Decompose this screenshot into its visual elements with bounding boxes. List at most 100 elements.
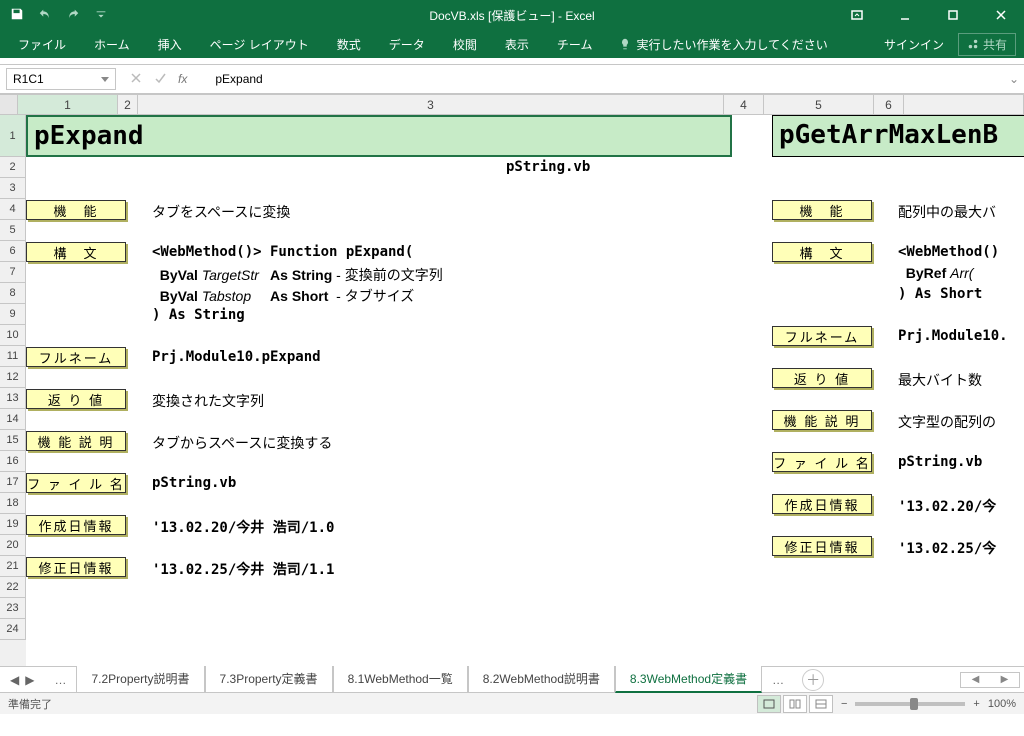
tab-formulas[interactable]: 数式 bbox=[327, 32, 371, 57]
window-title: DocVB.xls [保護ビュー] - Excel bbox=[429, 7, 594, 24]
col-header[interactable]: 6 bbox=[874, 95, 904, 115]
row-header[interactable]: 2 bbox=[0, 157, 26, 178]
row-header[interactable]: 16 bbox=[0, 451, 26, 472]
r-val-syntax3: ) As Short bbox=[898, 286, 982, 302]
status-bar: 準備完了 − + 100% bbox=[0, 692, 1024, 714]
r-label-created: 作成日情報 bbox=[772, 494, 872, 514]
add-sheet-button[interactable]: ＋ bbox=[802, 669, 824, 691]
row-header[interactable]: 1 bbox=[0, 115, 26, 157]
zoom-in-icon[interactable]: + bbox=[973, 698, 979, 710]
redo-icon[interactable] bbox=[66, 7, 80, 24]
row-header[interactable]: 13 bbox=[0, 388, 26, 409]
close-icon[interactable] bbox=[978, 0, 1024, 30]
enter-icon[interactable] bbox=[154, 72, 166, 87]
name-box[interactable]: R1C1 bbox=[6, 68, 116, 90]
row-header[interactable]: 21 bbox=[0, 556, 26, 577]
tab-pagelayout[interactable]: ページ レイアウト bbox=[200, 32, 319, 57]
zoom-level[interactable]: 100% bbox=[988, 698, 1016, 710]
r-label-syntax: 構 文 bbox=[772, 242, 872, 262]
tab-scroll-right-icon[interactable]: ▶ bbox=[25, 673, 34, 687]
tab-file[interactable]: ファイル bbox=[8, 32, 76, 57]
row-header[interactable]: 19 bbox=[0, 514, 26, 535]
row-header[interactable]: 18 bbox=[0, 493, 26, 514]
row-header[interactable]: 10 bbox=[0, 325, 26, 346]
tab-team[interactable]: チーム bbox=[547, 32, 603, 57]
view-pagebreak-icon[interactable] bbox=[809, 695, 833, 713]
tab-overflow-right[interactable]: … bbox=[762, 669, 794, 691]
col-header[interactable]: 2 bbox=[118, 95, 138, 115]
row-header[interactable]: 15 bbox=[0, 430, 26, 451]
ribbon-display-icon[interactable] bbox=[834, 0, 880, 30]
row-header[interactable]: 12 bbox=[0, 367, 26, 388]
tab-data[interactable]: データ bbox=[379, 32, 435, 57]
row-header[interactable]: 23 bbox=[0, 598, 26, 619]
row-header[interactable]: 24 bbox=[0, 619, 26, 640]
row-header[interactable]: 20 bbox=[0, 535, 26, 556]
r-val-desc: 文字型の配列の bbox=[898, 412, 996, 432]
row-header[interactable]: 14 bbox=[0, 409, 26, 430]
col-header[interactable]: 3 bbox=[138, 95, 724, 115]
row-header[interactable]: 17 bbox=[0, 472, 26, 493]
row-header[interactable]: 8 bbox=[0, 283, 26, 304]
sheet-tab[interactable]: 8.1WebMethod一覧 bbox=[333, 666, 468, 693]
sheet-tab[interactable]: 8.2WebMethod説明書 bbox=[468, 666, 615, 693]
save-icon[interactable] bbox=[10, 7, 24, 24]
row-header[interactable]: 7 bbox=[0, 262, 26, 283]
row-header[interactable]: 3 bbox=[0, 178, 26, 199]
maximize-icon[interactable] bbox=[930, 0, 976, 30]
row-headers: 123456789101112131415161718192021222324 bbox=[0, 115, 26, 666]
col-header[interactable]: 1 bbox=[18, 95, 118, 115]
cancel-icon[interactable] bbox=[130, 72, 142, 87]
qat-dropdown-icon[interactable] bbox=[94, 7, 108, 24]
val-syntax2: ByVal TargetStr As String - 変換前の文字列 bbox=[152, 265, 443, 285]
share-button[interactable]: 共有 bbox=[958, 33, 1016, 56]
tab-review[interactable]: 校閲 bbox=[443, 32, 487, 57]
row-header[interactable]: 22 bbox=[0, 577, 26, 598]
sheet-tab[interactable]: 8.3WebMethod定義書 bbox=[615, 666, 762, 693]
fx-icon[interactable]: fx bbox=[178, 72, 187, 87]
tab-insert[interactable]: 挿入 bbox=[148, 32, 192, 57]
r-val-modified: '13.02.25/今 bbox=[898, 538, 996, 558]
spreadsheet-grid: 123456 123456789101112131415161718192021… bbox=[0, 94, 1024, 666]
val-created: '13.02.20/今井 浩司/1.0 bbox=[152, 517, 334, 537]
tell-me-search[interactable]: 実行したい作業を入力してください bbox=[618, 36, 827, 53]
signin-link[interactable]: サインイン bbox=[884, 36, 944, 53]
zoom-out-icon[interactable]: − bbox=[841, 698, 847, 710]
sheet-tab[interactable]: 7.3Property定義書 bbox=[205, 666, 333, 693]
minimize-icon[interactable] bbox=[882, 0, 928, 30]
zoom-slider[interactable] bbox=[855, 702, 965, 706]
row-header[interactable]: 6 bbox=[0, 241, 26, 262]
undo-icon[interactable] bbox=[38, 7, 52, 24]
row-header[interactable]: 4 bbox=[0, 199, 26, 220]
val-filename: pString.vb bbox=[152, 475, 236, 491]
sheet-tab[interactable]: 7.2Property説明書 bbox=[76, 666, 204, 693]
titlebar: DocVB.xls [保護ビュー] - Excel bbox=[0, 0, 1024, 30]
view-normal-icon[interactable] bbox=[757, 695, 781, 713]
label-created: 作成日情報 bbox=[26, 515, 126, 535]
horizontal-scrollbar[interactable]: ◀▶ bbox=[960, 672, 1020, 688]
tab-scroll-left-icon[interactable]: ◀ bbox=[10, 673, 19, 687]
cell-title-right[interactable]: pGetArrMaxLenB bbox=[772, 115, 1024, 157]
select-all-corner[interactable] bbox=[0, 95, 18, 115]
r-label-fullname: フルネーム bbox=[772, 326, 872, 346]
col-header[interactable] bbox=[904, 95, 1024, 115]
row-header[interactable]: 9 bbox=[0, 304, 26, 325]
tab-view[interactable]: 表示 bbox=[495, 32, 539, 57]
row-header[interactable]: 11 bbox=[0, 346, 26, 367]
label-modified: 修正日情報 bbox=[26, 557, 126, 577]
sheet-canvas[interactable]: pExpand pGetArrMaxLenB pString.vb 機 能 タブ… bbox=[26, 115, 1024, 666]
label-return: 返 り 値 bbox=[26, 389, 126, 409]
share-icon bbox=[967, 38, 979, 50]
cell-title-left[interactable]: pExpand bbox=[26, 115, 732, 157]
row-header[interactable]: 5 bbox=[0, 220, 26, 241]
tab-overflow-left[interactable]: … bbox=[44, 669, 76, 691]
column-headers: 123456 bbox=[0, 95, 1024, 115]
r-label-desc: 機 能 説 明 bbox=[772, 410, 872, 430]
col-header[interactable]: 5 bbox=[764, 95, 874, 115]
formula-input[interactable]: pExpand bbox=[209, 72, 1004, 86]
view-pagelayout-icon[interactable] bbox=[783, 695, 807, 713]
label-func: 機 能 bbox=[26, 200, 126, 220]
tab-home[interactable]: ホーム bbox=[84, 32, 140, 57]
expand-formula-icon[interactable]: ⌄ bbox=[1004, 72, 1024, 86]
col-header[interactable]: 4 bbox=[724, 95, 764, 115]
